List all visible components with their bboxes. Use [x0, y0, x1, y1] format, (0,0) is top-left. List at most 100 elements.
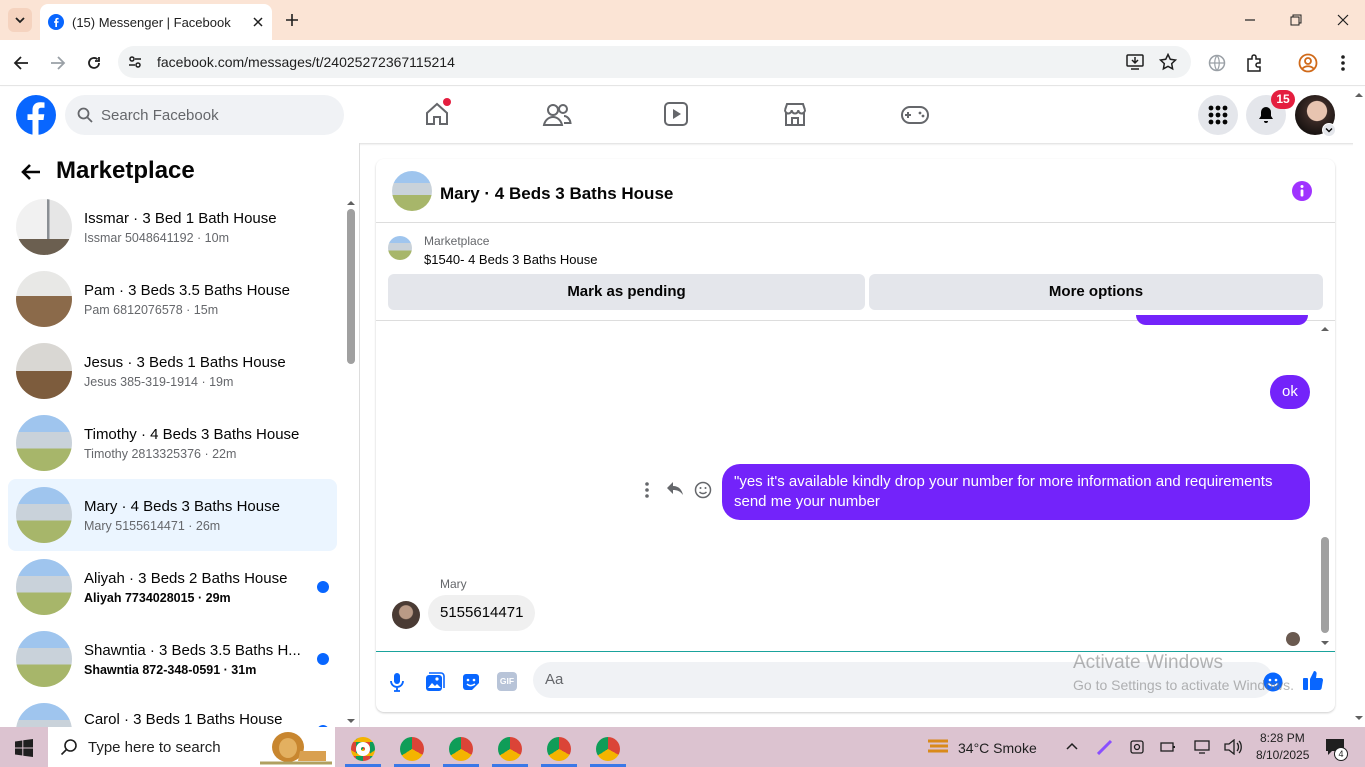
conversation-item[interactable]: Jesus · 3 Beds 1 Baths House Jesus 385-31… — [8, 335, 337, 407]
minimize-icon[interactable] — [1244, 14, 1256, 26]
conversation-name: Carol · 3 Beds 1 Baths House — [84, 711, 283, 727]
menu-grid-button[interactable] — [1198, 95, 1238, 135]
listing-thumbnail — [16, 271, 72, 327]
account-chevron[interactable] — [1322, 123, 1336, 137]
windows-start-icon[interactable] — [15, 739, 33, 757]
close-window-icon[interactable] — [1337, 14, 1349, 26]
mark-as-pending-button[interactable]: Mark as pending — [388, 274, 865, 310]
taskbar-search[interactable]: Type here to search — [48, 727, 335, 767]
listing-thumbnail — [16, 415, 72, 471]
forward-arrow-icon[interactable] — [50, 55, 66, 71]
message-bubble-sent[interactable]: ok — [1270, 375, 1310, 409]
taskbar-chrome-icon[interactable] — [400, 737, 424, 761]
weather-icon[interactable] — [926, 737, 950, 757]
facebook-favicon-icon — [48, 14, 64, 30]
react-emoji-icon[interactable] — [694, 481, 712, 499]
weather-text[interactable]: 34°C Smoke — [958, 740, 1037, 756]
lion-search-highlight-icon — [260, 732, 332, 765]
conversation-preview: Jesus 385-319-1914 · 19m — [84, 374, 234, 389]
new-tab-icon[interactable] — [285, 13, 299, 27]
thread-scrollbar[interactable] — [1321, 325, 1329, 649]
conversation-item[interactable]: Carol · 3 Beds 1 Baths House — [8, 695, 337, 727]
extensions-puzzle-icon[interactable] — [1245, 54, 1263, 72]
show-hidden-icons-chevron-icon[interactable] — [1066, 742, 1078, 750]
bookmark-star-icon[interactable] — [1159, 53, 1177, 71]
gif-icon[interactable]: GIF — [497, 672, 517, 691]
volume-icon[interactable] — [1224, 739, 1242, 755]
browser-menu-icon[interactable] — [1341, 54, 1345, 72]
nav-home[interactable] — [420, 97, 454, 131]
photo-icon[interactable] — [425, 672, 445, 692]
site-settings-icon[interactable] — [127, 54, 143, 70]
friends-icon[interactable] — [542, 101, 572, 129]
conversation-preview: Issmar 5048641192 · 10m — [84, 230, 229, 245]
unread-dot — [317, 653, 329, 665]
scrollbar-thumb[interactable] — [347, 209, 355, 364]
info-icon[interactable] — [1292, 181, 1312, 201]
close-tab-icon[interactable] — [252, 16, 264, 28]
chevron-down-icon — [1325, 128, 1333, 133]
message-bubble-sent[interactable]: "yes it's available kindly drop your num… — [722, 464, 1310, 520]
reply-icon[interactable] — [666, 481, 684, 497]
install-app-icon[interactable] — [1126, 54, 1144, 70]
network-icon[interactable] — [1194, 740, 1210, 754]
conversation-item-selected[interactable]: Mary · 4 Beds 3 Baths House Mary 51556144… — [8, 479, 337, 551]
facebook-header: Search Facebook 15 — [0, 87, 1365, 143]
scroll-up-icon — [1321, 327, 1329, 331]
back-arrow-icon[interactable] — [21, 163, 41, 181]
conversation-item[interactable]: Timothy · 4 Beds 3 Baths House Timothy 28… — [8, 407, 337, 479]
taskbar-chrome-icon[interactable] — [498, 737, 522, 761]
taskbar-search-placeholder: Type here to search — [88, 738, 221, 756]
clock-date[interactable]: 8/10/2025 — [1256, 748, 1309, 762]
more-options-button[interactable]: More options — [869, 274, 1323, 310]
address-bar[interactable]: facebook.com/messages/t/2402527236711521… — [118, 46, 1191, 78]
sender-avatar[interactable] — [392, 601, 420, 629]
video-icon[interactable] — [663, 101, 689, 127]
profile-icon[interactable] — [1298, 53, 1318, 73]
taskbar-chrome-icon[interactable] — [449, 737, 473, 761]
browser-toolbar: facebook.com/messages/t/2402527236711521… — [0, 40, 1365, 86]
windows-taskbar: Type here to search 34°C Smoke 8:28 PM 8… — [0, 727, 1365, 767]
taskbar-chrome-icon[interactable] — [351, 737, 375, 761]
chat-title[interactable]: Mary · 4 Beds 3 Baths House — [440, 184, 673, 204]
sidebar-scrollbar[interactable] — [347, 199, 355, 723]
scrollbar-thumb[interactable] — [1321, 537, 1329, 633]
conversation-item[interactable]: Pam · 3 Beds 3.5 Baths House Pam 68120765… — [8, 263, 337, 335]
chat-panel: Mary · 4 Beds 3 Baths House Marketplace … — [376, 159, 1335, 712]
conversation-preview: Pam 6812076578 · 15m — [84, 302, 219, 317]
browser-tab[interactable]: (15) Messenger | Facebook — [40, 4, 272, 40]
notification-badge: 15 — [1271, 90, 1295, 109]
clock-time[interactable]: 8:28 PM — [1260, 731, 1305, 745]
back-arrow-icon[interactable] — [13, 55, 29, 71]
conversation-item[interactable]: Issmar · 3 Bed 1 Bath House Issmar 504864… — [8, 191, 337, 263]
search-input[interactable]: Search Facebook — [65, 95, 344, 135]
taskbar-chrome-icon[interactable] — [596, 737, 620, 761]
microphone-icon[interactable] — [390, 672, 404, 692]
conversation-item[interactable]: Shawntia · 3 Beds 3.5 Baths H... Shawntia… — [8, 623, 337, 695]
chat-thumbnail[interactable] — [392, 171, 432, 211]
sender-name: Mary — [440, 577, 467, 591]
reload-icon[interactable] — [86, 55, 102, 71]
marketplace-icon[interactable] — [782, 101, 808, 127]
conversation-item[interactable]: Aliyah · 3 Beds 2 Baths House Aliyah 7734… — [8, 551, 337, 623]
conversation-name: Issmar · 3 Bed 1 Bath House — [84, 209, 277, 227]
camera-app-icon[interactable] — [1130, 740, 1144, 754]
chevron-down-icon — [15, 17, 25, 24]
gaming-icon[interactable] — [900, 104, 930, 126]
thumbs-up-icon[interactable] — [1302, 669, 1324, 691]
sidebar-title: Marketplace — [56, 157, 195, 184]
facebook-logo-icon[interactable] — [16, 95, 56, 135]
sticker-icon[interactable] — [461, 672, 481, 692]
page-scrollbar[interactable] — [1353, 87, 1365, 727]
taskbar-chrome-icon[interactable] — [547, 737, 571, 761]
message-bubble-received[interactable]: 5155614471 — [428, 595, 536, 631]
translate-icon[interactable] — [1208, 54, 1226, 72]
unread-dot — [317, 581, 329, 593]
tab-list-button[interactable] — [8, 8, 32, 32]
more-actions-icon[interactable] — [645, 482, 649, 498]
restore-icon[interactable] — [1290, 14, 1302, 26]
pen-icon[interactable] — [1097, 739, 1113, 755]
listing-title[interactable]: $1540- 4 Beds 3 Baths House — [424, 252, 597, 267]
home-notification-dot — [443, 98, 451, 106]
battery-power-icon[interactable] — [1160, 740, 1176, 754]
